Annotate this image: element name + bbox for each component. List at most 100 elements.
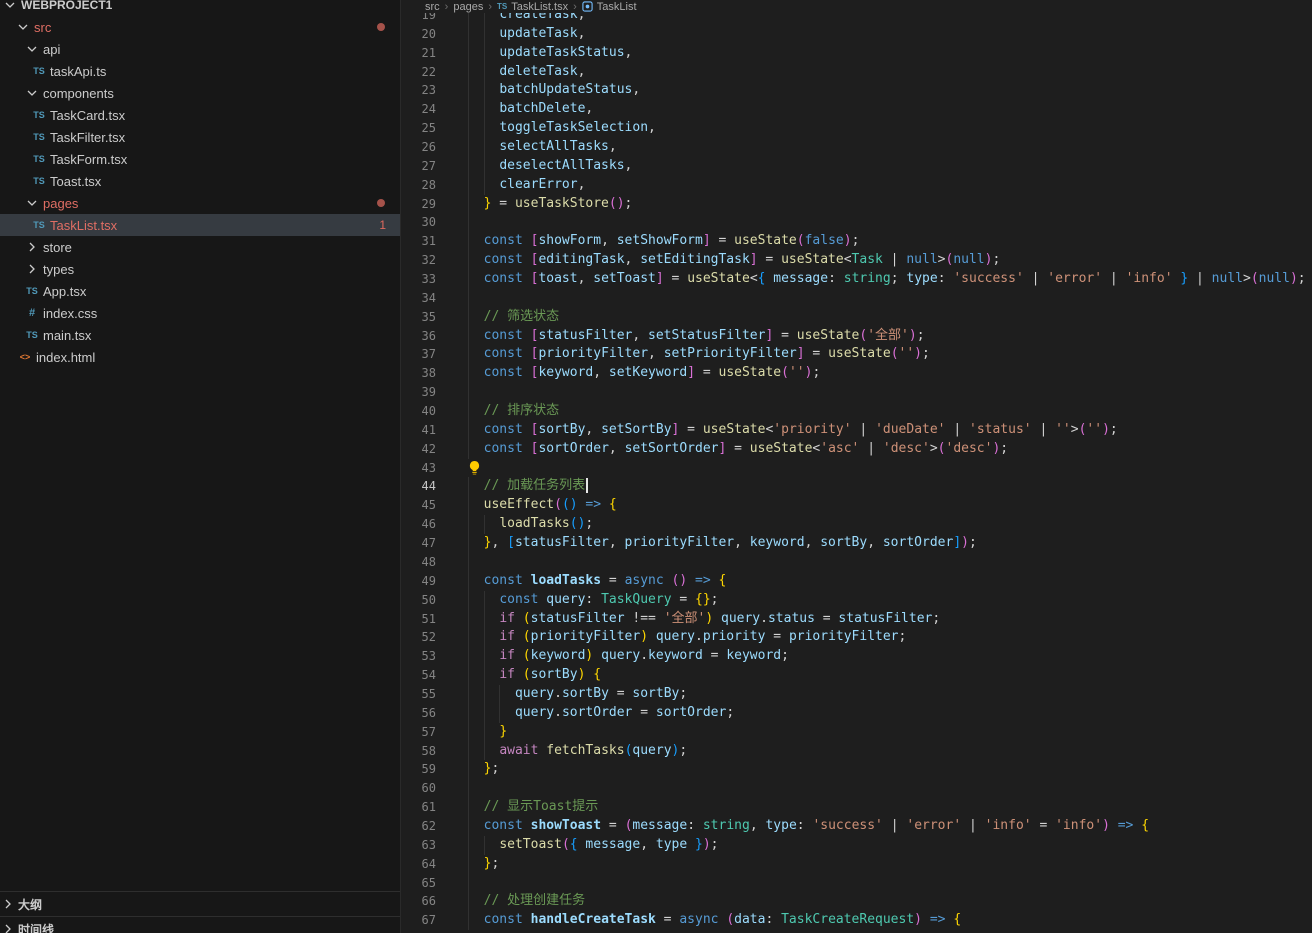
code-line-content[interactable] [436, 459, 1312, 478]
code-line-content[interactable]: // 处理创建任务 [436, 892, 1312, 911]
tree-item-tasklist-tsx[interactable]: TSTaskList.tsx1 [0, 214, 400, 236]
code-line-27: 27 deselectAllTasks, [401, 157, 1312, 176]
token: ) [1102, 422, 1110, 437]
tree-item-toast-tsx[interactable]: TSToast.tsx [0, 170, 400, 192]
code-line-content[interactable]: deleteTask, [436, 63, 1312, 82]
token: '' [789, 365, 805, 380]
indent-guide [468, 553, 469, 572]
code-line-content[interactable]: // 筛选状态 [436, 308, 1312, 327]
code-line-content[interactable]: batchUpdateStatus, [436, 81, 1312, 100]
code-line-53: 53 if (keyword) query.keyword = keyword; [401, 647, 1312, 666]
breadcrumb-item-src[interactable]: src [425, 1, 440, 13]
code-line-content[interactable]: // 加载任务列表 [436, 477, 1312, 496]
code-line-content[interactable]: updateTask, [436, 25, 1312, 44]
tree-item-index-html[interactable]: <>index.html [0, 346, 400, 368]
code-line-content[interactable]: updateTaskStatus, [436, 44, 1312, 63]
code-line-content[interactable]: const showToast = (message: string, type… [436, 817, 1312, 836]
tree-item-taskfilter-tsx[interactable]: TSTaskFilter.tsx [0, 126, 400, 148]
code-line-content[interactable]: }; [436, 855, 1312, 874]
token: ) [914, 346, 922, 361]
code-line-content[interactable]: const [keyword, setKeyword] = useState('… [436, 364, 1312, 383]
code-line-content[interactable]: // 显示Toast提示 [436, 798, 1312, 817]
code-line-content[interactable]: if (sortBy) { [436, 666, 1312, 685]
code-line-content[interactable]: query.sortOrder = sortOrder; [436, 704, 1312, 723]
breadcrumb-item-pages[interactable]: pages [453, 1, 483, 13]
indent-guide [484, 628, 485, 647]
tree-item-store[interactable]: store [0, 236, 400, 258]
chevron-right-icon: › [573, 1, 577, 13]
breadcrumb-item-file[interactable]: TaskList.tsx [511, 1, 568, 13]
code-line-content[interactable]: if (priorityFilter) query.priority = pri… [436, 628, 1312, 647]
code-line-62: 62 const showToast = (message: string, t… [401, 817, 1312, 836]
code-line-content[interactable]: clearError, [436, 176, 1312, 195]
code-line-content[interactable]: const loadTasks = async () => { [436, 572, 1312, 591]
tree-item-main-tsx[interactable]: TSmain.tsx [0, 324, 400, 346]
code-line-content[interactable]: }, [statusFilter, priorityFilter, keywor… [436, 534, 1312, 553]
tree-item-pages[interactable]: pages [0, 192, 400, 214]
code-line-content[interactable]: useEffect(() => { [436, 496, 1312, 515]
code-line-content[interactable]: const [sortBy, setSortBy] = useState<'pr… [436, 421, 1312, 440]
code-line-content[interactable]: const [priorityFilter, setPriorityFilter… [436, 345, 1312, 364]
token [523, 912, 531, 927]
code-line-content[interactable]: if (statusFilter !== '全部') query.status … [436, 610, 1312, 629]
token: ; [917, 328, 925, 343]
tree-item-taskcard-tsx[interactable]: TSTaskCard.tsx [0, 104, 400, 126]
code-line-content[interactable]: deselectAllTasks, [436, 157, 1312, 176]
code-line-content[interactable]: selectAllTasks, [436, 138, 1312, 157]
code-line-content[interactable]: batchDelete, [436, 100, 1312, 119]
tree-item-taskapi-ts[interactable]: TStaskApi.ts [0, 60, 400, 82]
tree-item-app-tsx[interactable]: TSApp.tsx [0, 280, 400, 302]
token: query [632, 743, 671, 758]
tree-item-components[interactable]: components [0, 82, 400, 104]
token [515, 648, 523, 663]
indent-guide [468, 421, 469, 440]
code-line-content[interactable]: } = useTaskStore(); [436, 195, 1312, 214]
code-line-34: 34 [401, 289, 1312, 308]
token: = [601, 818, 624, 833]
code-line-content[interactable]: if (keyword) query.keyword = keyword; [436, 647, 1312, 666]
indent-guide [468, 496, 469, 515]
code-line-content[interactable] [436, 213, 1312, 232]
code-line-content[interactable]: }; [436, 760, 1312, 779]
tree-item-webproject1[interactable]: WEBPROJECT1 [0, 0, 400, 16]
code-line-content[interactable]: const [sortOrder, setSortOrder] = useSta… [436, 440, 1312, 459]
code-line-content[interactable]: const [statusFilter, setStatusFilter] = … [436, 327, 1312, 346]
code-line-content[interactable]: const [toast, setToast] = useState<{ mes… [436, 270, 1312, 289]
code-line-content[interactable]: query.sortBy = sortBy; [436, 685, 1312, 704]
code-line-content[interactable]: const query: TaskQuery = {}; [436, 591, 1312, 610]
code-line-content[interactable] [436, 779, 1312, 798]
tree-item-types[interactable]: types [0, 258, 400, 280]
tree-item-api[interactable]: api [0, 38, 400, 60]
code-line-content[interactable]: loadTasks(); [436, 515, 1312, 534]
code-line-content[interactable]: const [showForm, setShowForm] = useState… [436, 232, 1312, 251]
tree-item-taskform-tsx[interactable]: TSTaskForm.tsx [0, 148, 400, 170]
tree-item-index-css[interactable]: #index.css [0, 302, 400, 324]
token: , [625, 45, 633, 60]
code-line-content[interactable] [436, 874, 1312, 893]
code-line-content[interactable]: // 排序状态 [436, 402, 1312, 421]
code-line-66: 66 // 处理创建任务 [401, 892, 1312, 911]
token: ( [554, 497, 562, 512]
code-line-content[interactable]: const handleCreateTask = async (data: Ta… [436, 911, 1312, 930]
token: query [721, 611, 760, 626]
code-line-52: 52 if (priorityFilter) query.priority = … [401, 628, 1312, 647]
code-line-content[interactable] [436, 289, 1312, 308]
ts-file-icon: TS [24, 327, 40, 343]
code-line-content[interactable]: const [editingTask, setEditingTask] = us… [436, 251, 1312, 270]
quick-fix-lightbulb-icon[interactable] [468, 461, 481, 476]
outline-section-header[interactable]: 大纲 [0, 891, 400, 916]
code-line-content[interactable] [436, 383, 1312, 402]
timeline-section-header[interactable]: 时间线 [0, 916, 400, 933]
tree-item-src[interactable]: src [0, 16, 400, 38]
code-line-content[interactable]: setToast({ message, type }); [436, 836, 1312, 855]
indent-guide [468, 364, 469, 383]
code-line-content[interactable]: toggleTaskSelection, [436, 119, 1312, 138]
code-line-content[interactable]: await fetchTasks(query); [436, 742, 1312, 761]
line-number: 60 [401, 779, 436, 798]
code-line-39: 39 [401, 383, 1312, 402]
code-line-content[interactable] [436, 553, 1312, 572]
token: '' [1055, 422, 1071, 437]
code-line-content[interactable]: } [436, 723, 1312, 742]
breadcrumb-item-symbol[interactable]: TaskList [597, 1, 637, 13]
code-line-23: 23 batchUpdateStatus, [401, 81, 1312, 100]
